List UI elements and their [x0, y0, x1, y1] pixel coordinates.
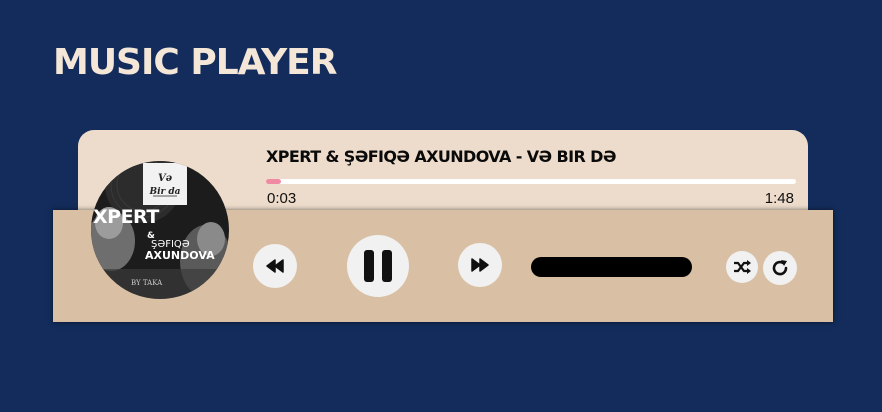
track-title: XPERT & ŞƏFIQƏ AXUNDOVA - VƏ BIR DƏ: [266, 147, 616, 166]
repeat-button[interactable]: [763, 251, 797, 285]
current-time: 0:03: [267, 190, 297, 207]
volume-bar[interactable]: [531, 257, 692, 277]
album-sticker-line1: Və: [158, 173, 173, 184]
repeat-icon: [772, 260, 788, 276]
page-title: MUSIC PLAYER: [53, 42, 337, 83]
rewind-button[interactable]: [253, 244, 297, 288]
progress-bar[interactable]: [266, 179, 796, 184]
album-art: Və Bir da XPERT & ŞƏFIQƏ AXUNDOVA BY TAK…: [91, 161, 229, 299]
pause-icon: [364, 250, 392, 282]
album-footer-text: BY TAKA: [131, 279, 163, 287]
shuffle-icon: [734, 260, 751, 274]
music-player: XPERT & ŞƏFIQƏ AXUNDOVA - VƏ BIR DƏ 0:03…: [53, 130, 833, 322]
album-sticker-line2: Bir da: [148, 187, 180, 197]
duration-time: 1:48: [764, 190, 794, 207]
progress-fill: [266, 179, 281, 184]
forward-button[interactable]: [458, 243, 502, 287]
pause-button[interactable]: [347, 235, 409, 297]
shuffle-button[interactable]: [726, 251, 758, 283]
fast-forward-icon: [471, 258, 489, 272]
album-featured-line2: AXUNDOVA: [145, 249, 215, 262]
album-artist-text: XPERT: [93, 206, 159, 228]
rewind-icon: [266, 259, 284, 273]
